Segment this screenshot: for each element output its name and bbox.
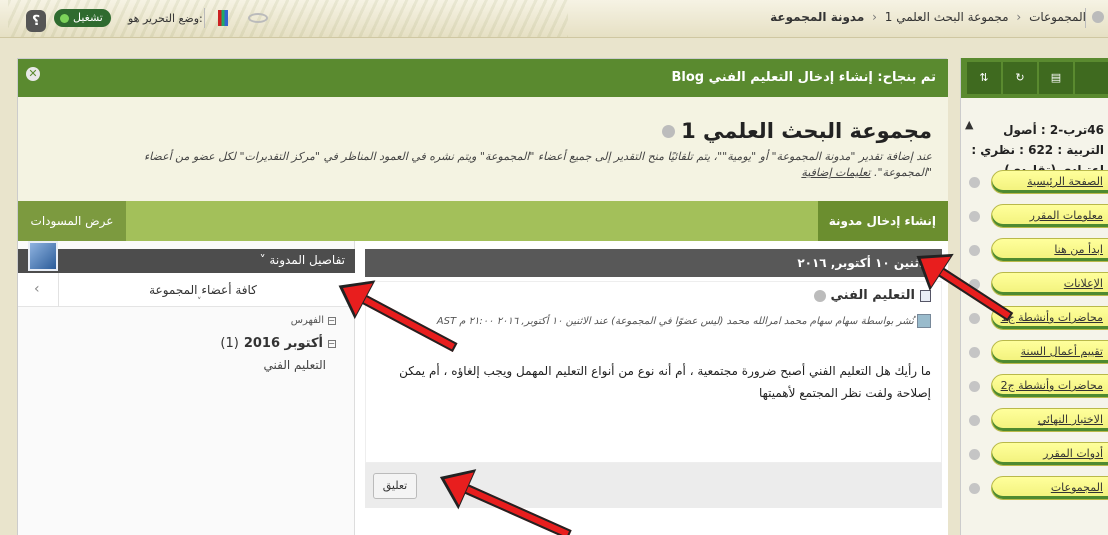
page-title: مجموعة البحث العلمي 1 bbox=[662, 119, 932, 143]
course-menu-item-label: ابدأ من هنا bbox=[1054, 243, 1103, 256]
help-button[interactable]: ؟ bbox=[26, 10, 46, 32]
success-message: تم بنجاح: إنشاء إدخال التعليم الفني Blog bbox=[671, 70, 936, 85]
entry-menu-icon[interactable] bbox=[813, 289, 826, 302]
author-avatar bbox=[917, 314, 931, 328]
course-menu-item-label: الاختبار النهائي bbox=[1037, 413, 1103, 426]
document-icon bbox=[920, 289, 931, 302]
course-menu-item[interactable]: ابدأ من هنا bbox=[961, 234, 1108, 268]
course-menu-item-label: الصفحة الرئيسية bbox=[1027, 175, 1103, 188]
chevron-down-icon: ˅ bbox=[197, 297, 202, 307]
divider bbox=[204, 8, 205, 28]
edit-mode-toggle[interactable]: تشغيل bbox=[54, 9, 111, 27]
members-label: كافة أعضاء المجموعة bbox=[149, 283, 257, 297]
reorder-icon[interactable]: ⇅ bbox=[967, 62, 1001, 94]
blog-details-panel: ⤢ تفاصيل المدونة ˅ ‹ كافة أعضاء المجموعة… bbox=[18, 241, 355, 535]
page-title-text: مجموعة البحث العلمي 1 bbox=[681, 119, 932, 143]
action-bar: إنشاء إدخال مدونة عرض المسودات bbox=[18, 201, 948, 241]
course-menu-tabs: ⇅ ↻ ▤ bbox=[961, 58, 1108, 98]
refresh-icon[interactable]: ↻ bbox=[1003, 62, 1037, 94]
course-menu-item[interactable]: معلومات المقرر bbox=[961, 200, 1108, 234]
month-group[interactable]: − أكتوبر 2016 (1) bbox=[220, 336, 336, 351]
item-menu-icon[interactable] bbox=[969, 211, 980, 222]
menu-tab[interactable] bbox=[1075, 62, 1108, 94]
success-receipt: ✕ تم بنجاح: إنشاء إدخال التعليم الفني Bl… bbox=[18, 59, 948, 97]
view-drafts-button[interactable]: عرض المسودات bbox=[18, 201, 126, 241]
course-menu-list: الصفحة الرئيسية معلومات المقرر ابدأ من هنا… bbox=[961, 166, 1108, 506]
top-navigation-bar: ؟ تشغيل وضع التحرير هو: المجموعات ‹ مجمو… bbox=[0, 0, 1108, 38]
entry-meta-text: نُشر بواسطة سهام سهام محمد امرالله محمد … bbox=[436, 316, 914, 327]
edit-mode-label: وضع التحرير هو: bbox=[128, 12, 203, 25]
course-menu-item[interactable]: أدوات المقرر bbox=[961, 438, 1108, 472]
item-menu-icon[interactable] bbox=[969, 177, 980, 188]
breadcrumb-current: مدونة المجموعة bbox=[770, 10, 865, 24]
more-help-link[interactable]: تعليمات إضافية bbox=[801, 166, 870, 179]
month-count: (1) bbox=[220, 336, 239, 351]
entry-meta: نُشر بواسطة سهام سهام محمد امرالله محمد … bbox=[371, 314, 931, 329]
toggle-on-indicator bbox=[60, 13, 69, 23]
entry-title-text[interactable]: التعليم الفني bbox=[831, 288, 915, 303]
page-instructions: عند إضافة تقدير "مدونة المجموعة" أو "يوم… bbox=[102, 149, 932, 181]
divider bbox=[1085, 8, 1086, 28]
blog-entry: التعليم الفني نُشر بواسطة سهام سهام محمد… bbox=[365, 281, 942, 463]
edit-mode-value: تشغيل bbox=[73, 11, 103, 24]
comment-button[interactable]: تعليق bbox=[373, 473, 417, 499]
course-menu-item-label: محاضرات وأنشطة ج2 bbox=[1000, 379, 1103, 392]
course-menu-item-label: أدوات المقرر bbox=[1043, 447, 1103, 460]
chevron-left-icon[interactable]: ‹ bbox=[34, 281, 40, 297]
item-menu-icon[interactable] bbox=[969, 483, 980, 494]
entry-title: التعليم الفني bbox=[813, 288, 931, 303]
item-menu-icon[interactable] bbox=[969, 381, 980, 392]
breadcrumb-menu-icon[interactable] bbox=[1092, 11, 1104, 23]
item-menu-icon[interactable] bbox=[969, 449, 980, 460]
course-menu-item[interactable]: المجموعات bbox=[961, 472, 1108, 506]
blog-details-header[interactable]: ⤢ تفاصيل المدونة ˅ bbox=[18, 249, 355, 273]
close-icon[interactable]: ✕ bbox=[26, 67, 40, 81]
folder-view-icon[interactable]: ▤ bbox=[1039, 62, 1073, 94]
members-selector[interactable]: ‹ كافة أعضاء المجموعة ˅ bbox=[18, 273, 355, 307]
month-label: أكتوبر 2016 bbox=[243, 336, 323, 351]
divider bbox=[58, 273, 59, 307]
page-header: مجموعة البحث العلمي 1 عند إضافة تقدير "م… bbox=[18, 97, 948, 201]
eye-icon[interactable] bbox=[248, 13, 268, 23]
course-menu-item-label: المجموعات bbox=[1050, 481, 1103, 494]
item-menu-icon[interactable] bbox=[969, 313, 980, 324]
collapse-icon[interactable]: − bbox=[328, 339, 336, 348]
course-menu-item-label: الإعلانات bbox=[1063, 277, 1103, 290]
collapse-icon[interactable]: − bbox=[328, 316, 336, 325]
breadcrumb-groups[interactable]: المجموعات bbox=[1029, 10, 1086, 24]
index-entry-link[interactable]: التعليم الفني bbox=[264, 358, 326, 372]
breadcrumb-group[interactable]: مجموعة البحث العلمي 1 bbox=[885, 10, 1009, 24]
course-menu-item-label: تقييم أعمال السنة bbox=[1020, 345, 1103, 358]
course-menu-item[interactable]: الاختبار النهائي bbox=[961, 404, 1108, 438]
breadcrumb: المجموعات ‹ مجموعة البحث العلمي 1 ‹ مدون… bbox=[770, 10, 1086, 24]
entry-body: ما رأيك هل التعليم الفني أصبح ضرورة مجتم… bbox=[399, 364, 931, 400]
entry-date-header: الاثنين ١٠ أكتوبر, ٢٠١٦ bbox=[365, 249, 942, 277]
avatar bbox=[28, 241, 58, 271]
course-menu-item-label: محاضرات وأنشطة ج1 bbox=[1001, 311, 1103, 324]
blog-details-label: تفاصيل المدونة bbox=[269, 253, 345, 267]
index-label-text: الفهرس bbox=[290, 315, 324, 326]
main-content: ✕ تم بنجاح: إنشاء إدخال التعليم الفني Bl… bbox=[17, 58, 948, 535]
course-menu-item-label: معلومات المقرر bbox=[1029, 209, 1103, 222]
course-menu-item[interactable]: تقييم أعمال السنة bbox=[961, 336, 1108, 370]
item-menu-icon[interactable] bbox=[969, 347, 980, 358]
create-blog-entry-button[interactable]: إنشاء إدخال مدونة bbox=[818, 201, 948, 241]
palette-icon[interactable] bbox=[218, 10, 228, 26]
breadcrumb-separator: ‹ bbox=[1016, 10, 1022, 24]
item-menu-icon[interactable] bbox=[969, 245, 980, 256]
course-menu-item[interactable]: محاضرات وأنشطة ج2 bbox=[961, 370, 1108, 404]
breadcrumb-separator: ‹ bbox=[872, 10, 877, 24]
course-menu-item[interactable]: الصفحة الرئيسية bbox=[961, 166, 1108, 200]
title-menu-icon[interactable] bbox=[662, 124, 676, 138]
index-label[interactable]: − الفهرس bbox=[291, 315, 336, 326]
item-menu-icon[interactable] bbox=[969, 415, 980, 426]
